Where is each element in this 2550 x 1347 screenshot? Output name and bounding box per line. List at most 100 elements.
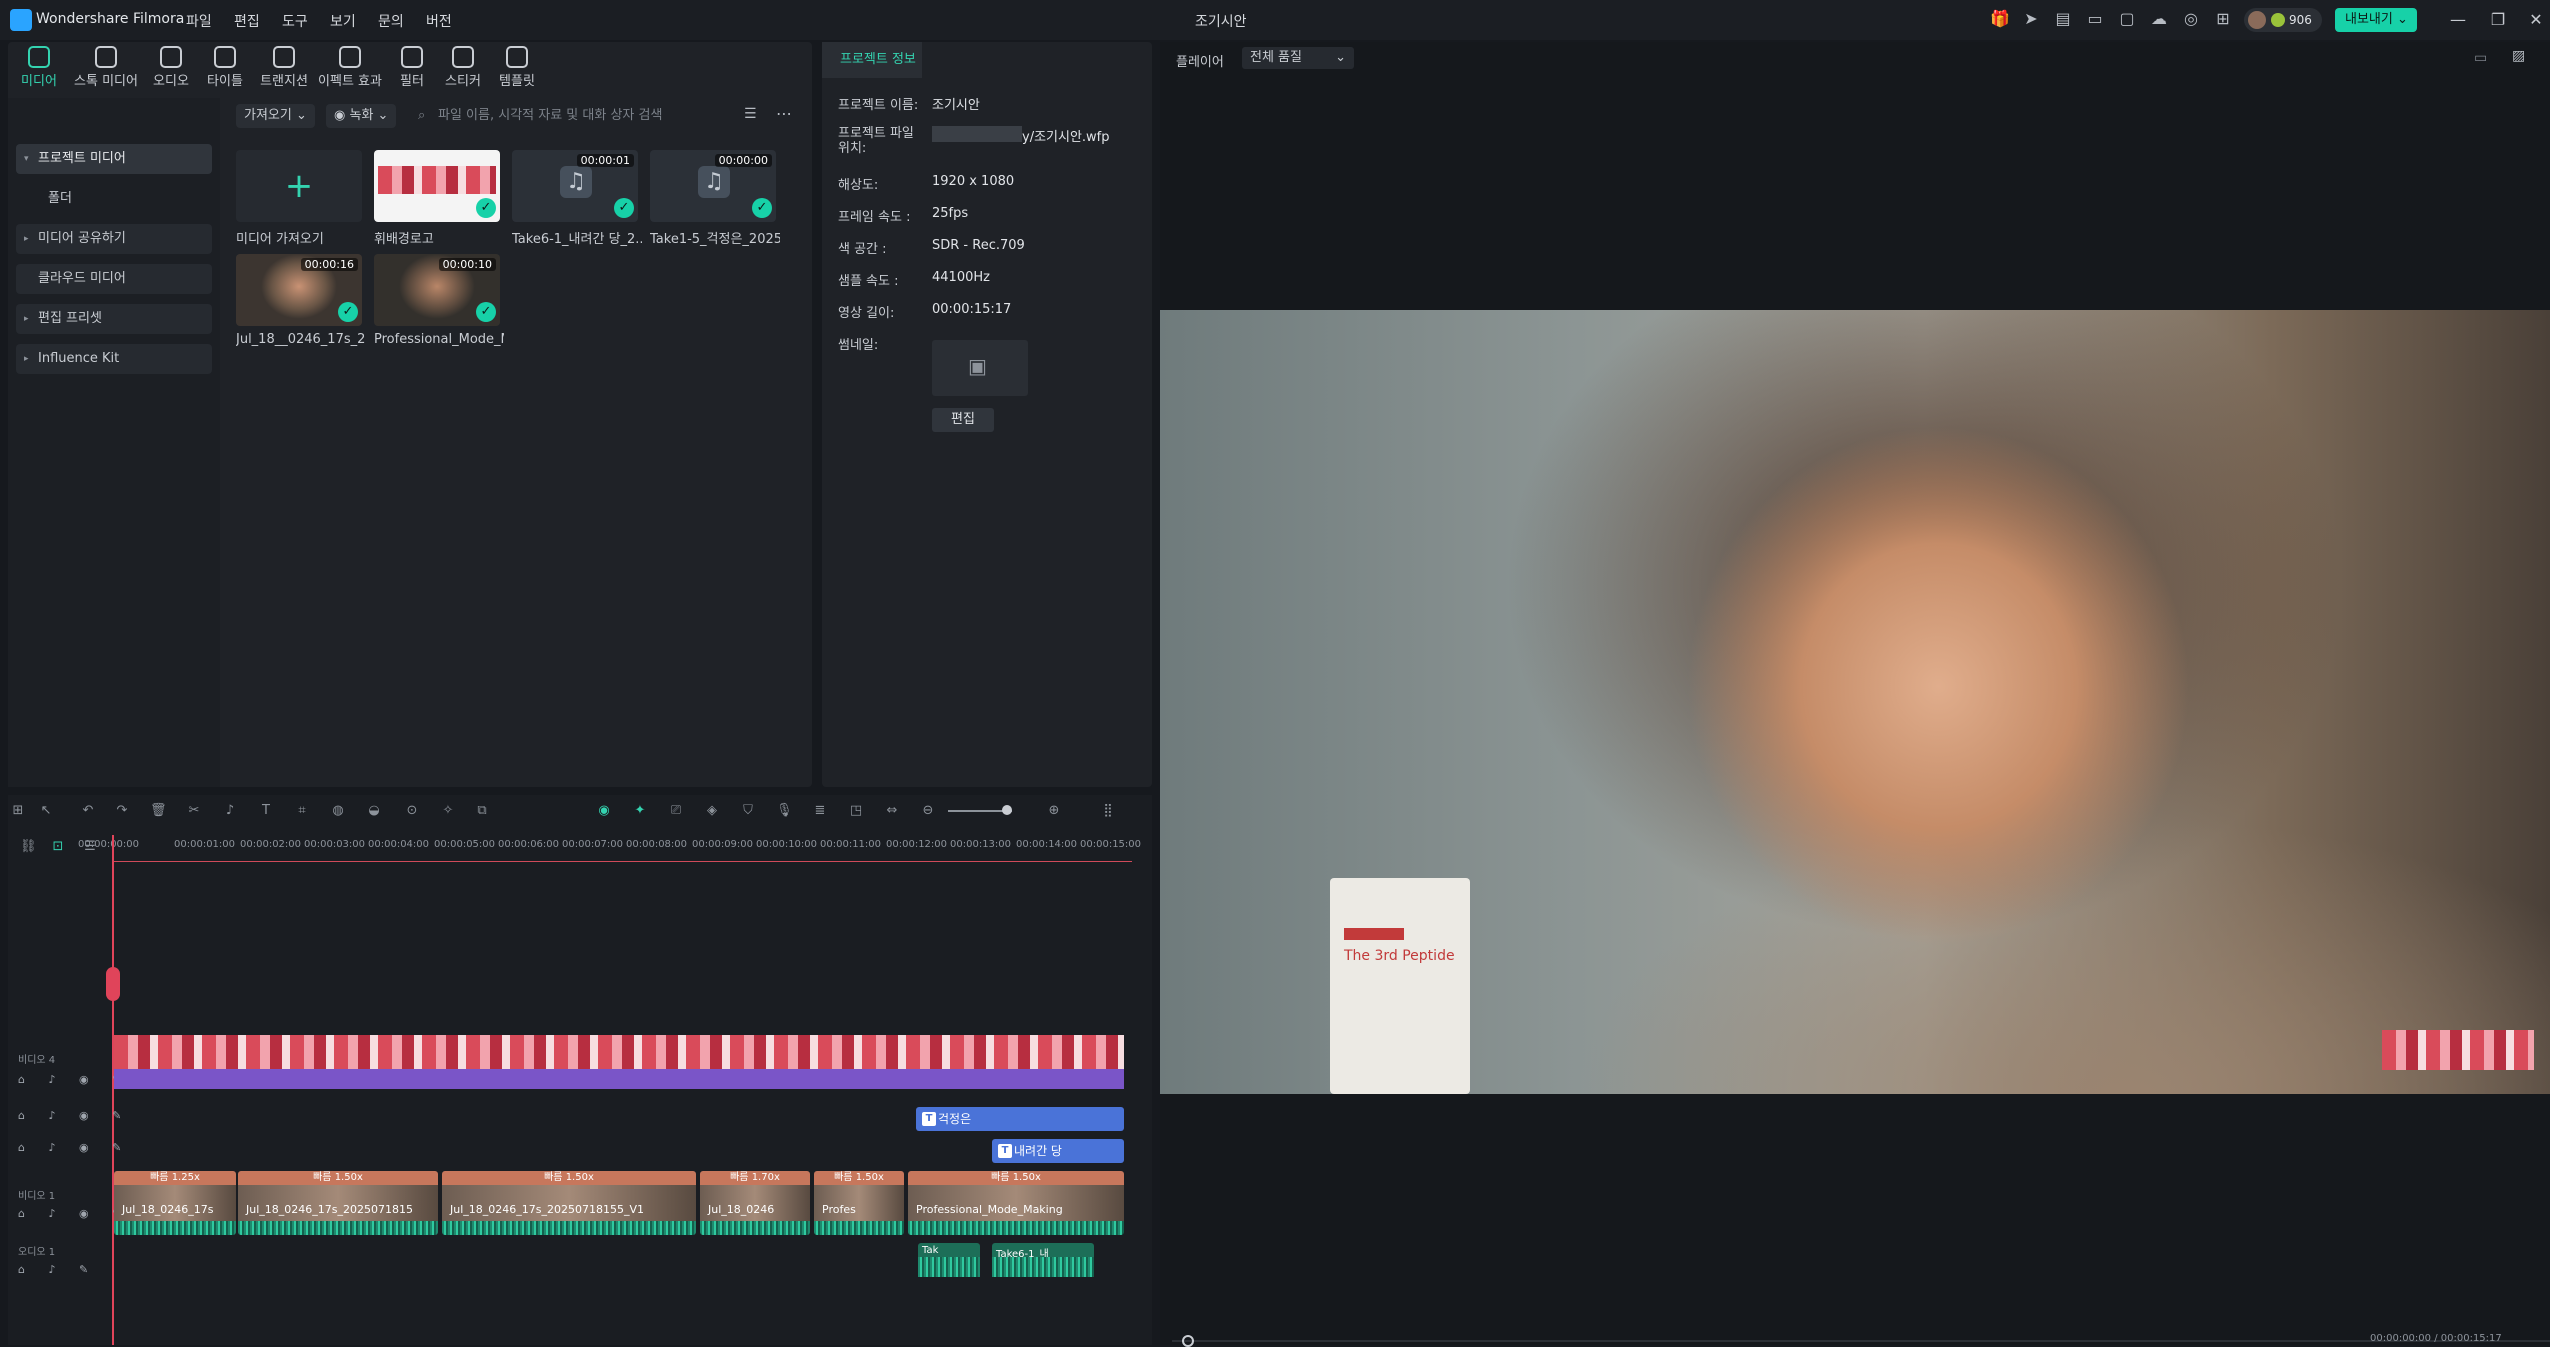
- thumbnail-preview[interactable]: ▣: [932, 340, 1028, 396]
- more-icon[interactable]: ⋯: [776, 104, 792, 123]
- send-icon[interactable]: ➤: [2022, 10, 2040, 28]
- media-item-audio-take6[interactable]: ♫ 00:00:01 ✓ Take6-1_내려간 당_2...: [512, 150, 642, 247]
- undo-icon[interactable]: ↶: [80, 803, 96, 819]
- title-clip-worry[interactable]: T 걱정은: [916, 1107, 1124, 1131]
- tab-stickers[interactable]: 스티커: [440, 46, 486, 94]
- video-clip[interactable]: 빠름 1.50x Professional_Mode_Making: [908, 1171, 1124, 1235]
- audio-edit-icon[interactable]: ♪: [222, 803, 238, 819]
- tab-effects[interactable]: 이펙트 효과: [312, 46, 388, 94]
- audio-clip[interactable]: Take6-1_내: [992, 1243, 1094, 1277]
- shield-icon[interactable]: ⛉: [740, 803, 756, 819]
- menu-help[interactable]: 문의: [378, 11, 404, 31]
- render-icon[interactable]: ⎚: [668, 803, 684, 819]
- tab-templates[interactable]: 템플릿: [494, 46, 540, 94]
- fit-icon[interactable]: ⇔: [884, 803, 900, 819]
- snap-icon[interactable]: ✦: [632, 803, 648, 819]
- tab-filters[interactable]: 필터: [392, 46, 432, 94]
- zoom-slider-handle[interactable]: [1002, 805, 1012, 815]
- zoom-out-icon[interactable]: ⊖: [920, 803, 936, 819]
- sidebar-item-folder[interactable]: 폴더: [16, 184, 212, 214]
- title-clip-sugar[interactable]: T 내려간 당: [992, 1139, 1124, 1163]
- edit-thumbnail-button[interactable]: 편집: [932, 408, 994, 432]
- redo-icon[interactable]: ↷: [114, 803, 130, 819]
- video-clip[interactable]: 빠름 1.50x Profes: [814, 1171, 904, 1235]
- media-item-video-jul18[interactable]: 00:00:16 ✓ Jul_18__0246_17s_20...: [236, 254, 366, 347]
- snapshot-icon[interactable]: ▭: [2474, 50, 2487, 66]
- color-icon[interactable]: ◍: [330, 803, 346, 819]
- sidebar-item-project-media[interactable]: ▾ 프로젝트 미디어: [16, 144, 212, 174]
- menu-file[interactable]: 파일: [186, 11, 212, 31]
- crop-icon[interactable]: ⌗: [294, 803, 310, 819]
- track-controls[interactable]: ⌂ ♪ ◉ ✎: [18, 1109, 131, 1122]
- export-button[interactable]: 내보내기 ⌄: [2335, 8, 2417, 32]
- track-controls[interactable]: ⌂ ♪ ✎: [18, 1263, 98, 1276]
- tab-audio[interactable]: 오디오: [148, 46, 194, 94]
- delete-icon[interactable]: 🗑: [150, 803, 167, 819]
- mic-icon[interactable]: 🎙: [776, 803, 793, 819]
- scrubber-handle[interactable]: [1182, 1335, 1194, 1347]
- mask-icon[interactable]: ◒: [366, 803, 382, 819]
- grid-view-icon[interactable]: ⣿: [1100, 803, 1116, 819]
- layout-icon[interactable]: ▭: [2086, 10, 2104, 28]
- quality-dropdown[interactable]: 전체 품질 ⌄: [1242, 47, 1354, 69]
- gift-icon[interactable]: 🎁: [1990, 10, 2010, 28]
- minimize-icon[interactable]: —: [2448, 10, 2468, 30]
- video-clip[interactable]: 빠름 1.25x Jul_18_0246_17s: [114, 1171, 236, 1235]
- player-scrubber[interactable]: [1172, 1340, 2550, 1342]
- save-icon[interactable]: ▢: [2118, 10, 2136, 28]
- menu-version[interactable]: 버전: [426, 11, 452, 31]
- import-dropdown[interactable]: 가져오기 ⌄: [236, 104, 315, 128]
- menu-tools[interactable]: 도구: [282, 11, 308, 31]
- close-icon[interactable]: ✕: [2526, 10, 2546, 30]
- image-icon[interactable]: ▨: [2512, 48, 2525, 64]
- playhead-handle[interactable]: [106, 967, 120, 1001]
- ai-icon[interactable]: ✧: [440, 803, 456, 819]
- sidebar-item-shared-media[interactable]: ▸ 미디어 공유하기: [16, 224, 212, 254]
- track-controls[interactable]: ⌂ ♪ ◉ ✎: [18, 1141, 131, 1154]
- video-preview[interactable]: The 3rd Peptide: [1160, 310, 2550, 1094]
- tab-titles[interactable]: 타이틀: [202, 46, 248, 94]
- apps-grid-icon[interactable]: ⊞: [2214, 10, 2232, 28]
- history-icon[interactable]: ▤: [2054, 10, 2072, 28]
- audio-clip[interactable]: Tak: [918, 1243, 980, 1277]
- tab-project-info[interactable]: 프로젝트 정보: [822, 42, 922, 78]
- media-item-logo[interactable]: ✓ 휘배경로고: [374, 150, 504, 247]
- credits-pill[interactable]: 906: [2244, 8, 2322, 32]
- select-tool-icon[interactable]: ↖: [38, 803, 54, 819]
- menu-view[interactable]: 보기: [330, 11, 356, 31]
- group-icon[interactable]: ⧉: [474, 803, 490, 819]
- text-icon[interactable]: T: [258, 803, 274, 819]
- sidebar-item-cloud-media[interactable]: 클라우드 미디어: [16, 264, 212, 294]
- pip-icon[interactable]: ◳: [848, 803, 864, 819]
- video-clip[interactable]: 빠름 1.50x Jul_18_0246_17s_20250718155_V1: [442, 1171, 696, 1235]
- split-icon[interactable]: ✂: [186, 803, 202, 819]
- tab-media[interactable]: 미디어: [16, 46, 62, 94]
- media-item-video-professional[interactable]: 00:00:10 ✓ Professional_Mode_M...: [374, 254, 504, 347]
- filter-sort-icon[interactable]: ☰: [744, 106, 757, 122]
- auto-ripple-icon[interactable]: ◉: [596, 803, 612, 819]
- video-clip[interactable]: 빠름 1.70x Jul_18_0246: [700, 1171, 810, 1235]
- media-search-input[interactable]: ⌕ 파일 이름, 시각적 자료 및 대화 상자 검색: [416, 104, 740, 128]
- link-icon[interactable]: ⛓: [20, 839, 37, 855]
- mixer-icon[interactable]: ≣: [812, 803, 828, 819]
- media-item-import[interactable]: + 미디어 가져오기: [236, 150, 366, 247]
- layout-icon[interactable]: ⊞: [10, 803, 26, 819]
- logo-clip[interactable]: [114, 1035, 1124, 1069]
- zoom-in-icon[interactable]: ⊕: [1046, 803, 1062, 819]
- marker-icon[interactable]: ◈: [704, 803, 720, 819]
- tab-stock-media[interactable]: 스톡 미디어: [70, 46, 142, 94]
- media-item-audio-take1[interactable]: ♫ 00:00:00 ✓ Take1-5_걱정은_2025...: [650, 150, 780, 247]
- tab-transitions[interactable]: 트랜지션: [256, 46, 312, 94]
- overlay-clip[interactable]: [114, 1069, 1124, 1089]
- speed-icon[interactable]: ⊙: [404, 803, 420, 819]
- add-track-icon[interactable]: ⊡: [50, 839, 66, 855]
- sidebar-item-edit-presets[interactable]: ▸ 편집 프리셋: [16, 304, 212, 334]
- menu-edit[interactable]: 편집: [234, 11, 260, 31]
- restore-icon[interactable]: ❐: [2488, 10, 2508, 30]
- playhead[interactable]: [112, 835, 114, 1345]
- sidebar-item-influence-kit[interactable]: ▸ Influence Kit: [16, 344, 212, 374]
- record-dropdown[interactable]: ◉ 녹화 ⌄: [326, 104, 397, 128]
- headset-icon[interactable]: ◎: [2182, 10, 2200, 28]
- cloud-icon[interactable]: ☁: [2150, 10, 2168, 28]
- video-clip[interactable]: 빠름 1.50x Jul_18_0246_17s_2025071815: [238, 1171, 438, 1235]
